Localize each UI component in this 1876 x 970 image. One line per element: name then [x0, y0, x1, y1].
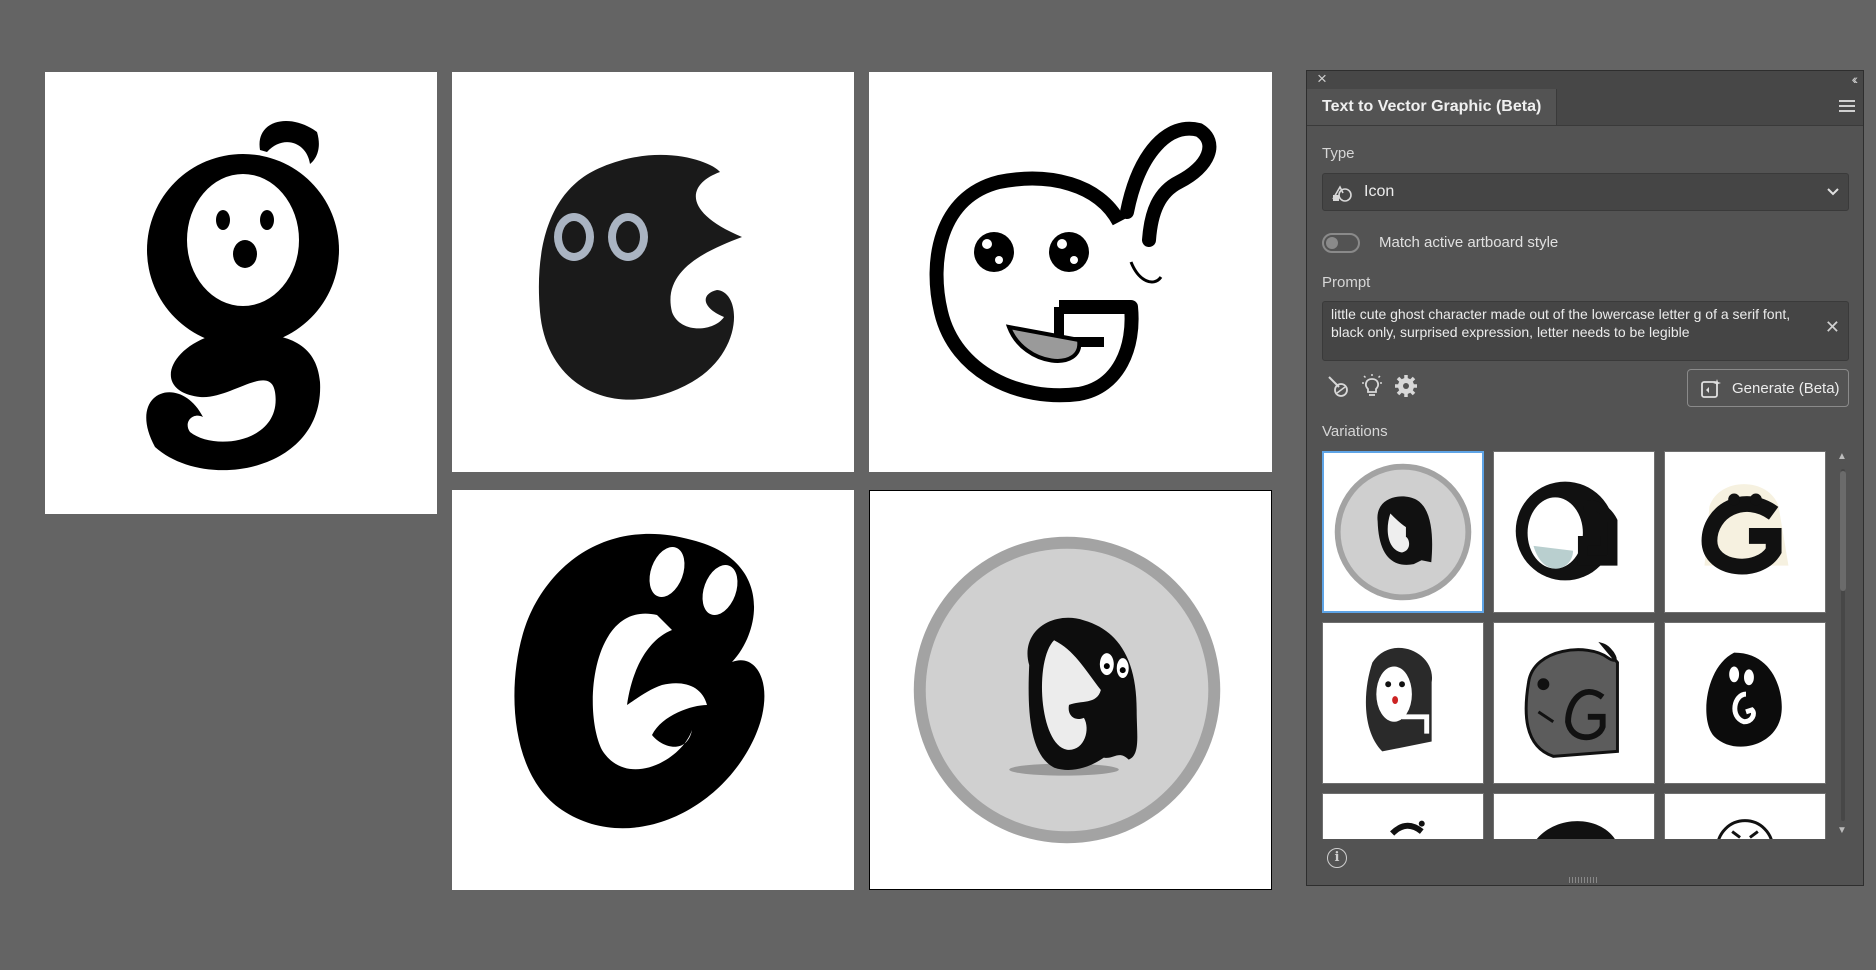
style-picker-icon[interactable] [1325, 373, 1351, 399]
variations-grid [1322, 451, 1832, 839]
artboard-1[interactable] [45, 72, 437, 514]
variations-label: Variations [1322, 423, 1388, 440]
generate-icon [1701, 379, 1721, 398]
panel-menu-icon[interactable] [1839, 100, 1855, 112]
close-icon[interactable]: × [1317, 69, 1327, 89]
artboard-2[interactable] [452, 72, 854, 472]
prompt-label: Prompt [1322, 274, 1371, 291]
chevron-down-icon [1827, 188, 1839, 196]
variation-thumbnail[interactable] [1322, 622, 1484, 784]
lightbulb-icon[interactable] [1359, 373, 1385, 399]
resize-grip[interactable] [1569, 877, 1599, 883]
scroll-up-icon[interactable]: ▲ [1837, 451, 1847, 462]
generate-button[interactable]: Generate (Beta) [1687, 369, 1849, 407]
variation-thumbnail[interactable] [1322, 451, 1484, 613]
text-to-vector-panel: × ‹‹ Text to Vector Graphic (Beta) Type … [1306, 69, 1864, 886]
settings-icon[interactable] [1393, 373, 1419, 399]
icon-type-icon [1332, 185, 1352, 202]
type-value: Icon [1364, 183, 1395, 200]
info-icon[interactable]: i [1327, 848, 1347, 868]
artboard-5[interactable] [869, 490, 1272, 890]
prompt-input[interactable]: little cute ghost character made out of … [1322, 301, 1849, 361]
match-style-label: Match active artboard style [1379, 234, 1559, 251]
variation-thumbnail[interactable] [1493, 793, 1655, 839]
clear-icon[interactable]: ✕ [1825, 318, 1840, 336]
type-label: Type [1322, 145, 1355, 162]
variation-thumbnail[interactable] [1322, 793, 1484, 839]
scroll-down-icon[interactable]: ▼ [1837, 825, 1847, 836]
prompt-text: little cute ghost character made out of … [1331, 306, 1791, 340]
artboard-3[interactable] [869, 72, 1272, 472]
scroll-thumb[interactable] [1840, 471, 1846, 591]
variations-scrollbar[interactable]: ▲ ▼ [1837, 451, 1849, 839]
variation-thumbnail[interactable] [1664, 793, 1826, 839]
variation-thumbnail[interactable] [1664, 451, 1826, 613]
match-style-toggle[interactable] [1322, 233, 1360, 253]
variation-thumbnail[interactable] [1664, 622, 1826, 784]
variation-thumbnail[interactable] [1493, 622, 1655, 784]
panel-title-bar[interactable]: × ‹‹ [1307, 69, 1863, 90]
generate-label: Generate (Beta) [1732, 380, 1840, 397]
panel-tab-bar: Text to Vector Graphic (Beta) [1307, 89, 1863, 126]
collapse-icon[interactable]: ‹‹ [1852, 70, 1859, 88]
artboard-4[interactable] [452, 490, 854, 890]
tab-text-to-vector[interactable]: Text to Vector Graphic (Beta) [1307, 89, 1558, 125]
variation-thumbnail[interactable] [1493, 451, 1655, 613]
type-dropdown[interactable]: Icon [1322, 173, 1849, 211]
toggle-knob [1326, 237, 1338, 249]
